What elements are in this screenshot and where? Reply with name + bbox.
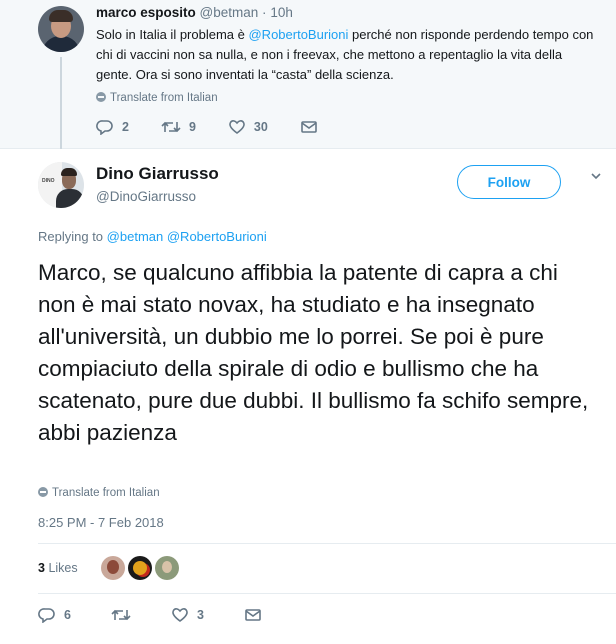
tweet-time[interactable]: 10h [270, 5, 293, 20]
retweet-count: 9 [188, 120, 196, 134]
direct-message-button[interactable] [244, 607, 262, 623]
parent-tweet-header: marco esposito @betman · 10h [96, 5, 293, 20]
like-button[interactable]: 30 [228, 119, 268, 135]
avatar[interactable] [38, 6, 84, 52]
reply-count: 6 [64, 608, 71, 622]
chevron-down-icon[interactable] [591, 171, 601, 181]
reply-button[interactable]: 2 [96, 119, 129, 135]
avatar[interactable] [101, 556, 125, 580]
like-count: 3 [196, 608, 204, 622]
globe-icon [38, 487, 48, 497]
mention-link[interactable]: @RobertoBurioni [167, 229, 267, 244]
mention-link[interactable]: @RobertoBurioni [248, 27, 348, 42]
direct-message-button[interactable] [300, 119, 318, 135]
tweet-text: Marco, se qualcuno affibbia la patente d… [38, 260, 589, 445]
dm-icon [245, 609, 261, 621]
likers-avatars [101, 556, 182, 580]
author-name[interactable]: Dino Giarrusso [96, 164, 219, 184]
reply-button[interactable]: 6 [38, 607, 71, 623]
replying-to: Replying to @betman @RobertoBurioni [38, 229, 267, 244]
author-name[interactable]: marco esposito [96, 5, 196, 20]
thread-connector [60, 57, 62, 149]
author-handle[interactable]: @betman [200, 5, 259, 20]
author-handle[interactable]: @DinoGiarrusso [96, 189, 196, 204]
mention-link[interactable]: @betman [107, 229, 164, 244]
avatar[interactable] [155, 556, 179, 580]
parent-tweet[interactable]: marco esposito @betman · 10h Solo in Ita… [0, 0, 616, 149]
translate-link[interactable]: Translate from Italian [96, 92, 218, 104]
translate-link[interactable]: Translate from Italian [38, 487, 160, 499]
globe-icon [96, 92, 106, 102]
dm-icon [301, 121, 317, 133]
like-button[interactable]: 3 [171, 607, 204, 623]
divider [38, 543, 616, 544]
main-tweet-actions: 6 3 [38, 607, 302, 623]
reply-icon [96, 120, 113, 135]
tweet-timestamp[interactable]: 8:25 PM - 7 Feb 2018 [38, 515, 164, 530]
like-icon [172, 608, 188, 622]
avatar[interactable]: DINO [38, 162, 84, 208]
main-tweet: DINO Dino Giarrusso @DinoGiarrusso Follo… [0, 149, 616, 644]
parent-tweet-actions: 2 9 30 [96, 119, 350, 135]
likes-count: 3 [38, 561, 45, 575]
reply-icon [38, 608, 55, 623]
follow-button[interactable]: Follow [457, 165, 561, 199]
likes-label: Likes [48, 561, 78, 575]
likes-summary[interactable]: 3 Likes [38, 561, 78, 575]
retweet-button[interactable] [111, 607, 131, 623]
retweet-button[interactable]: 9 [161, 119, 196, 135]
like-count: 30 [253, 120, 268, 134]
divider [38, 593, 616, 594]
retweet-icon [111, 609, 131, 621]
tweet-text: Solo in Italia il problema è @RobertoBur… [96, 27, 594, 82]
avatar[interactable] [128, 556, 152, 580]
retweet-icon [161, 121, 181, 133]
like-icon [229, 120, 245, 134]
reply-count: 2 [122, 120, 129, 134]
